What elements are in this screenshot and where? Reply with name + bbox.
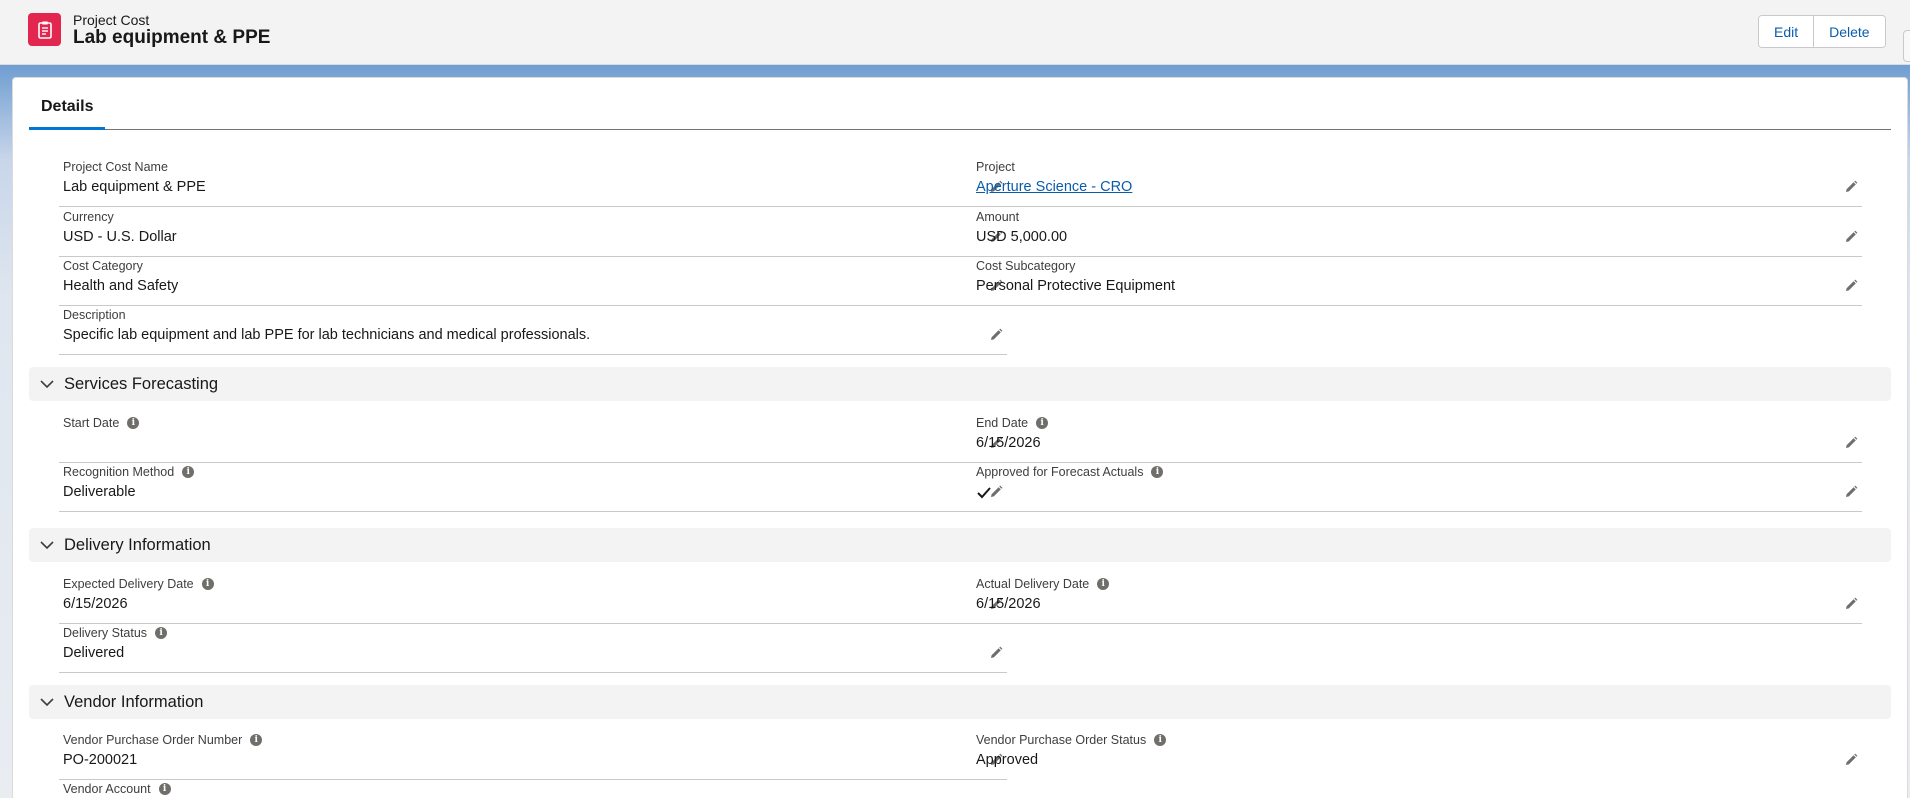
field-label: Vendor Account — [63, 781, 151, 796]
pencil-icon[interactable] — [1844, 753, 1858, 767]
info-icon[interactable]: i — [182, 465, 195, 478]
field-label: End Date — [976, 415, 1029, 430]
info-icon[interactable]: i — [155, 626, 168, 639]
field-label-row: Vendor Account i — [63, 780, 171, 797]
field-label: Cost Subcategory — [976, 258, 1076, 273]
field-value: Specific lab equipment and lab PPE for l… — [63, 327, 591, 343]
pencil-icon[interactable] — [1844, 230, 1858, 244]
info-icon[interactable]: i — [1036, 416, 1049, 429]
field-value: 6/15/2026 — [63, 596, 128, 612]
field-cost-category: Cost Category Health and Safety — [59, 257, 1007, 306]
field-actual-delivery-date: Actual Delivery Date i 6/15/2026 — [972, 575, 1862, 624]
pencil-icon[interactable] — [989, 646, 1003, 660]
field-description: Description Specific lab equipment and l… — [59, 306, 1007, 355]
field-label: Currency — [63, 209, 114, 224]
field-value: Delivered — [63, 645, 125, 661]
field-amount: Amount USD 5,000.00 — [972, 208, 1862, 257]
field-approved-for-forecast-actuals: Approved for Forecast Actuals i — [972, 463, 1862, 512]
pencil-icon[interactable] — [1844, 279, 1858, 293]
edit-button[interactable]: Edit — [1759, 16, 1814, 47]
field-project: Project Aperture Science - CRO — [972, 158, 1862, 207]
field-value: 6/15/2026 — [976, 435, 1041, 451]
pencil-icon[interactable] — [1844, 436, 1858, 450]
field-label: Actual Delivery Date — [976, 576, 1090, 591]
field-label: Approved for Forecast Actuals — [976, 464, 1144, 479]
chevron-down-icon — [39, 376, 55, 392]
section-services-forecasting[interactable]: Services Forecasting — [29, 367, 1891, 401]
tab-bar: Details — [29, 87, 1891, 130]
info-icon[interactable]: i — [1154, 733, 1167, 746]
field-label: Description — [63, 307, 126, 322]
info-icon[interactable]: i — [250, 733, 263, 746]
info-icon[interactable]: i — [201, 577, 214, 590]
pencil-icon[interactable] — [1844, 180, 1858, 194]
record-title: Lab equipment & PPE — [73, 27, 271, 48]
section-title: Delivery Information — [64, 535, 211, 554]
checkmark-icon — [977, 487, 991, 499]
project-link[interactable]: Aperture Science - CRO — [976, 179, 1132, 195]
field-label-row: Vendor Purchase Order Status i — [976, 731, 1167, 748]
tab-details[interactable]: Details — [29, 87, 106, 130]
field-start-date: Start Date i — [59, 414, 1007, 463]
field-end-date: End Date i 6/15/2026 — [972, 414, 1862, 463]
field-label-row: Actual Delivery Date i — [976, 575, 1110, 592]
utility-panel-toggle[interactable] — [1903, 30, 1910, 62]
field-label-row: Delivery Status i — [63, 624, 168, 641]
chevron-down-icon — [39, 694, 55, 710]
field-recognition-method: Recognition Method i Deliverable — [59, 463, 1007, 512]
record-header: Project Cost Lab equipment & PPE Edit De… — [0, 0, 1910, 65]
field-label-row: Start Date i — [63, 414, 140, 431]
info-icon[interactable]: i — [1097, 577, 1110, 590]
field-vendor-po-number: Vendor Purchase Order Number i PO-200021 — [59, 731, 1007, 780]
field-delivery-status: Delivery Status i Delivered — [59, 624, 1007, 673]
field-value: Lab equipment & PPE — [63, 179, 206, 195]
info-icon[interactable]: i — [1151, 465, 1164, 478]
field-label-row: Recognition Method i — [63, 463, 195, 480]
field-currency: Currency USD - U.S. Dollar — [59, 208, 1007, 257]
field-label: Project Cost Name — [63, 159, 168, 174]
info-icon[interactable]: i — [127, 416, 140, 429]
field-vendor-account: Vendor Account i — [59, 780, 1007, 798]
pencil-icon[interactable] — [1844, 485, 1858, 499]
field-value: Deliverable — [63, 484, 136, 500]
field-label: Delivery Status — [63, 625, 148, 640]
field-vendor-po-status: Vendor Purchase Order Status i Approved — [972, 731, 1862, 780]
field-label-row: Approved for Forecast Actuals i — [976, 463, 1164, 480]
field-label: Cost Category — [63, 258, 143, 273]
field-label: Vendor Purchase Order Number — [63, 732, 243, 747]
field-project-cost-name: Project Cost Name Lab equipment & PPE — [59, 158, 1007, 207]
pencil-icon[interactable] — [989, 328, 1003, 342]
field-label: Expected Delivery Date — [63, 576, 194, 591]
field-value: 6/15/2026 — [976, 596, 1041, 612]
field-label: Vendor Purchase Order Status — [976, 732, 1147, 747]
section-title: Vendor Information — [64, 692, 204, 711]
field-cost-subcategory: Cost Subcategory Personal Protective Equ… — [972, 257, 1862, 306]
field-value: USD 5,000.00 — [976, 229, 1068, 245]
field-value: PO-200021 — [63, 752, 138, 768]
field-value: Personal Protective Equipment — [976, 278, 1176, 294]
field-label: Amount — [976, 209, 1020, 224]
section-delivery-information[interactable]: Delivery Information — [29, 528, 1891, 562]
delete-button[interactable]: Delete — [1813, 16, 1885, 47]
field-label: Start Date — [63, 415, 120, 430]
project-cost-icon — [28, 13, 61, 46]
field-value: USD - U.S. Dollar — [63, 229, 177, 245]
field-value: Health and Safety — [63, 278, 179, 294]
field-label-row: End Date i — [976, 414, 1049, 431]
section-title: Services Forecasting — [64, 374, 219, 393]
field-expected-delivery-date: Expected Delivery Date i 6/15/2026 — [59, 575, 1007, 624]
object-type-label: Project Cost — [73, 12, 150, 28]
section-vendor-information[interactable]: Vendor Information — [29, 685, 1891, 719]
info-icon[interactable]: i — [158, 782, 171, 795]
field-label-row: Vendor Purchase Order Number i — [63, 731, 263, 748]
field-label: Recognition Method — [63, 464, 175, 479]
field-label-row: Expected Delivery Date i — [63, 575, 214, 592]
record-actions: Edit Delete — [1758, 15, 1886, 48]
field-value: Approved — [976, 752, 1039, 768]
pencil-icon[interactable] — [1844, 597, 1858, 611]
chevron-down-icon — [39, 537, 55, 553]
field-label: Project — [976, 159, 1015, 174]
